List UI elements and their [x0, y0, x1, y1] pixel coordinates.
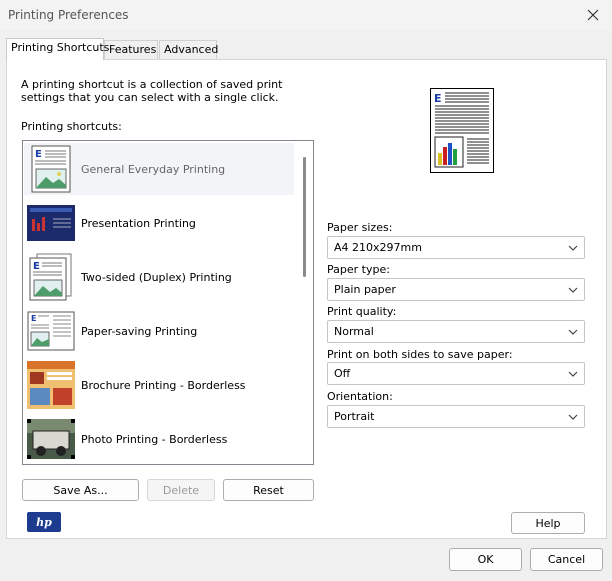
tab-label: Printing Shortcuts: [11, 41, 110, 54]
list-scrollbar[interactable]: [296, 141, 313, 464]
shortcut-description: A printing shortcut is a collection of s…: [21, 78, 283, 104]
help-button[interactable]: Help: [511, 512, 585, 534]
chevron-down-icon: [568, 371, 578, 377]
shortcuts-list[interactable]: E General Everyday Printing Presentation…: [22, 140, 314, 465]
orientation-select[interactable]: Portrait: [327, 405, 585, 428]
tab-label: Advanced: [164, 43, 219, 56]
title-bar: Printing Preferences: [0, 0, 612, 30]
shortcut-label: Paper-saving Printing: [81, 324, 198, 338]
list-item-presentation[interactable]: Presentation Printing: [24, 197, 294, 249]
brochure-icon: [26, 360, 76, 410]
select-value: Off: [334, 367, 351, 380]
svg-text:E: E: [31, 314, 36, 323]
paper-type-select[interactable]: Plain paper: [327, 278, 585, 301]
duplex-label: Print on both sides to save paper:: [327, 348, 513, 361]
list-item-general-everyday[interactable]: E General Everyday Printing: [24, 143, 294, 195]
shortcut-label: Photo Printing - Borderless: [81, 432, 228, 446]
close-icon[interactable]: [582, 4, 604, 26]
select-value: A4 210x297mm: [334, 241, 422, 254]
shortcut-label: Presentation Printing: [81, 216, 196, 230]
duplex-select[interactable]: Off: [327, 362, 585, 385]
scrollbar-thumb[interactable]: [303, 157, 306, 277]
paper-sizes-select[interactable]: A4 210x297mm: [327, 236, 585, 259]
list-item-paper-saving[interactable]: E Paper-saving Printing: [24, 305, 294, 357]
svg-text:E: E: [434, 92, 442, 105]
chevron-down-icon: [568, 414, 578, 420]
duplex-pages-icon: E: [26, 252, 76, 302]
hp-logo: hp: [27, 512, 61, 532]
delete-button[interactable]: Delete: [147, 479, 215, 501]
presentation-slide-icon: [26, 198, 76, 248]
shortcut-label: General Everyday Printing: [81, 162, 226, 176]
multi-page-icon: E: [26, 306, 76, 356]
select-value: Portrait: [334, 410, 375, 423]
tab-printing-shortcuts[interactable]: Printing Shortcuts: [6, 38, 109, 60]
shortcut-label: Two-sided (Duplex) Printing: [81, 270, 232, 284]
chevron-down-icon: [568, 287, 578, 293]
list-item-photo[interactable]: Photo Printing - Borderless: [24, 413, 294, 464]
tab-label: Features: [109, 43, 157, 56]
cancel-button[interactable]: Cancel: [530, 548, 603, 571]
print-quality-label: Print quality:: [327, 305, 397, 318]
shortcuts-list-label: Printing shortcuts:: [21, 120, 122, 133]
save-as-button[interactable]: Save As...: [22, 479, 139, 501]
photo-icon: [26, 414, 76, 464]
list-item-brochure[interactable]: Brochure Printing - Borderless: [24, 359, 294, 411]
chevron-down-icon: [568, 245, 578, 251]
orientation-label: Orientation:: [327, 390, 393, 403]
print-preview: E: [430, 88, 494, 173]
svg-text:E: E: [35, 149, 42, 160]
select-value: Plain paper: [334, 283, 396, 296]
svg-text:hp: hp: [36, 516, 52, 529]
chevron-down-icon: [568, 329, 578, 335]
paper-sizes-label: Paper sizes:: [327, 221, 393, 234]
ok-button[interactable]: OK: [449, 548, 522, 571]
tab-panel: A printing shortcut is a collection of s…: [6, 59, 607, 539]
document-page-icon: E: [26, 144, 76, 194]
print-quality-select[interactable]: Normal: [327, 320, 585, 343]
select-value: Normal: [334, 325, 374, 338]
tab-features[interactable]: Features: [104, 40, 158, 59]
reset-button[interactable]: Reset: [223, 479, 314, 501]
list-item-two-sided[interactable]: E Two-sided (Duplex) Printing: [24, 251, 294, 303]
tab-advanced[interactable]: Advanced: [159, 40, 219, 59]
svg-text:E: E: [33, 261, 40, 272]
window-title: Printing Preferences: [8, 8, 129, 22]
paper-type-label: Paper type:: [327, 263, 390, 276]
shortcut-label: Brochure Printing - Borderless: [81, 378, 246, 392]
